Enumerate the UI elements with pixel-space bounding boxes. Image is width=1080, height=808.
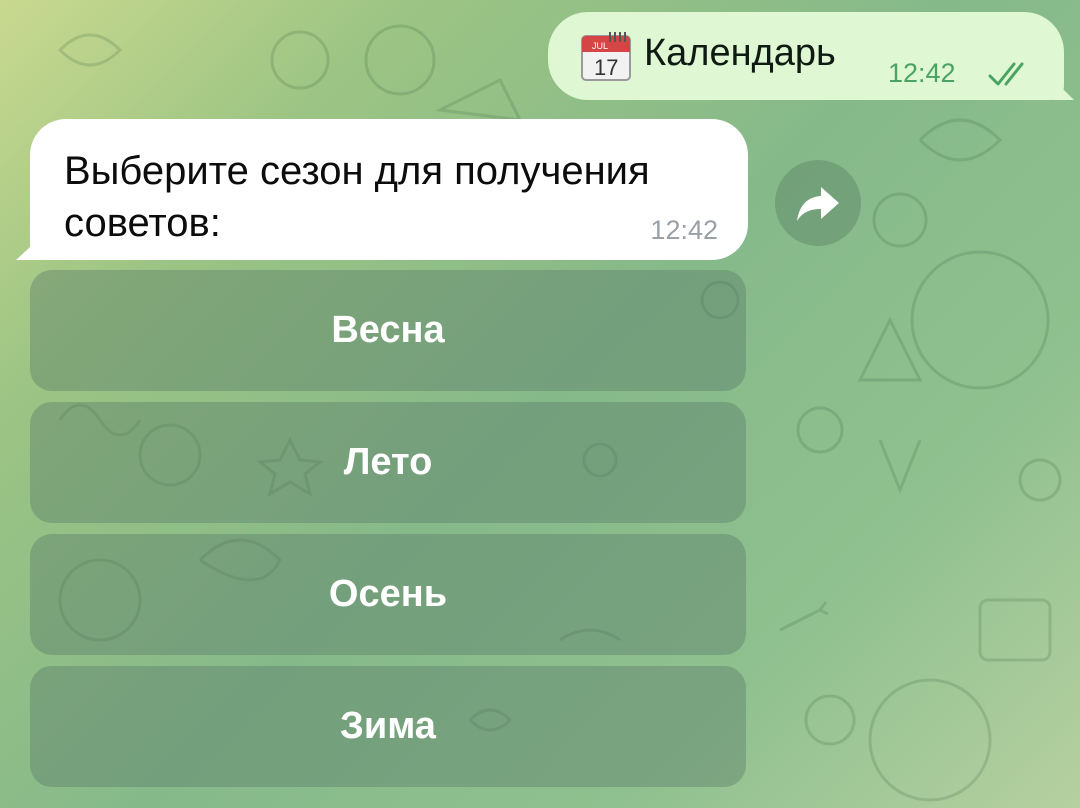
bubble-tail (16, 236, 42, 260)
forward-button[interactable] (775, 160, 861, 246)
keyboard-button-autumn[interactable]: Осень (30, 534, 746, 655)
calendar-month: JUL (592, 41, 608, 51)
calendar-day: 17 (594, 55, 618, 80)
incoming-message-bubble[interactable]: Выберите сезон для получения советов: 12… (16, 119, 748, 260)
keyboard-button-label: Осень (328, 573, 448, 615)
keyboard-button-summer[interactable]: Лето (30, 402, 746, 523)
incoming-message-time: 12:42 (650, 215, 718, 245)
keyboard-button-spring[interactable]: Весна (30, 270, 746, 391)
keyboard-button-label: Весна (331, 309, 445, 351)
keyboard-button-winter[interactable]: Зима (30, 666, 746, 787)
double-check-icon (988, 62, 1024, 86)
keyboard-button-label: Лето (343, 441, 433, 483)
keyboard-button-label: Зима (340, 705, 436, 747)
outgoing-message-bubble[interactable]: JUL 17 Календарь 12:42 (548, 12, 1074, 100)
calendar-icon: JUL 17 (581, 32, 631, 81)
outgoing-message-time: 12:42 (888, 58, 956, 88)
forward-arrow-icon (797, 187, 839, 221)
incoming-message-text: Выберите сезон для получения советов: (64, 149, 650, 245)
outgoing-message-text: Календарь (644, 32, 836, 74)
bubble-tail (1052, 78, 1074, 100)
